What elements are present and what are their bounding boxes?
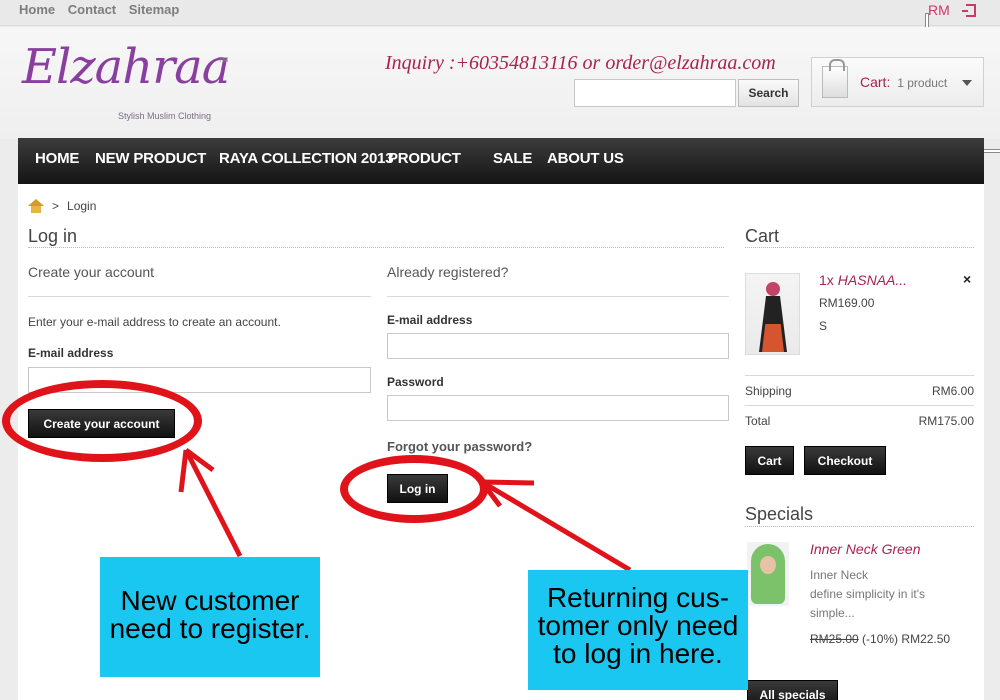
divider [745,405,974,406]
cart-item-thumbnail[interactable] [745,273,800,355]
returning-customer-callout: Returning cus- tomer only need to log in… [528,570,748,690]
nav-item-new-product[interactable]: NEW PRODUCT [95,150,206,167]
logo-tagline: Stylish Muslim Clothing [118,111,212,121]
chevron-down-icon[interactable] [962,80,972,86]
password-label: Password [387,375,444,389]
total-value: RM175.00 [918,414,974,428]
logo-text: Elzahraa [22,39,230,95]
cart-item-price: RM169.00 [819,296,875,310]
site-header: Elzahraa TM Stylish Muslim Clothing Inqu… [0,27,1000,139]
special-item-name[interactable]: Inner Neck Green [810,541,921,557]
specials-title: Specials [745,504,814,524]
shopping-bag-icon [822,59,848,98]
logo-trademark: TM [218,57,229,64]
site-logo[interactable]: Elzahraa TM Stylish Muslim Clothing [22,39,242,129]
password-field[interactable] [387,395,729,421]
old-price: RM25.00 [810,632,859,646]
discount: (-10%) [862,632,899,646]
checkout-button[interactable]: Checkout [804,446,886,475]
header-cart-dropdown[interactable]: Cart: 1 product [811,57,984,107]
special-item-price: RM25.00 (-10%) RM22.50 [810,632,950,646]
total-label: Total [745,414,771,428]
nav-item-about-us[interactable]: ABOUT US [547,150,624,167]
divider [745,375,974,376]
highlight-ellipse-login [340,455,488,523]
top-link-contact[interactable]: Contact [68,2,116,17]
new-customer-callout: New customer need to register. [100,557,320,677]
header-cart-count: 1 product [897,76,948,90]
login-email-label: E-mail address [387,313,473,327]
cart-item-qty: 1x [819,272,834,288]
main-nav: HOME NEW PRODUCT RAYA COLLECTION 2013 PR… [18,138,984,184]
already-registered-title: Already registered? [387,264,509,280]
create-email-label: E-mail address [28,346,114,360]
breadcrumb-separator: > [52,199,60,213]
shipping-label: Shipping [745,384,792,398]
search-button[interactable]: Search [738,79,799,107]
cart-button[interactable]: Cart [745,446,794,475]
highlight-ellipse-create [2,380,202,462]
top-bar: Home Contact Sitemap RM [0,0,1000,26]
page-title: Log in [28,226,78,246]
create-account-title: Create your account [28,264,155,280]
cart-item-size: S [819,319,828,333]
divider [28,247,724,248]
new-price: RM22.50 [901,632,951,646]
nav-item-raya-collection[interactable]: RAYA COLLECTION 2013 [219,150,394,167]
nav-item-sale[interactable]: SALE [493,150,532,167]
divider [28,296,371,297]
search-input[interactable] [574,79,736,107]
divider [745,526,974,527]
shipping-value: RM6.00 [931,384,974,398]
remove-item-icon[interactable]: × [963,271,971,287]
breadcrumb: > Login [52,199,96,213]
top-link-sitemap[interactable]: Sitemap [129,2,180,17]
top-links: Home Contact Sitemap [19,2,188,17]
logout-icon[interactable] [962,4,976,17]
divider [387,296,729,297]
sidebar-cart-title: Cart [745,226,780,246]
forgot-password-link[interactable]: Forgot your password? [387,439,532,454]
header-cart-label: Cart: 1 product [860,74,948,90]
inquiry-text: Inquiry :+60354813116 or order@elzahraa.… [385,52,776,74]
divider [745,247,974,248]
top-link-home[interactable]: Home [19,2,55,17]
nav-item-home[interactable]: HOME [35,150,79,167]
breadcrumb-current: Login [67,199,97,213]
nav-item-product[interactable]: PRODUCT [388,150,461,167]
special-item-description: Inner Neck define simplicity in it's sim… [810,568,925,620]
login-email-field[interactable] [387,333,729,359]
create-account-instruction: Enter your e-mail address to create an a… [28,315,281,329]
all-specials-button[interactable]: All specials [747,680,838,700]
cart-item-name[interactable]: 1x HASNAA... [819,272,907,288]
home-icon[interactable] [28,199,44,213]
special-item-thumbnail[interactable] [747,542,789,606]
currency-selector[interactable]: RM [928,2,950,18]
